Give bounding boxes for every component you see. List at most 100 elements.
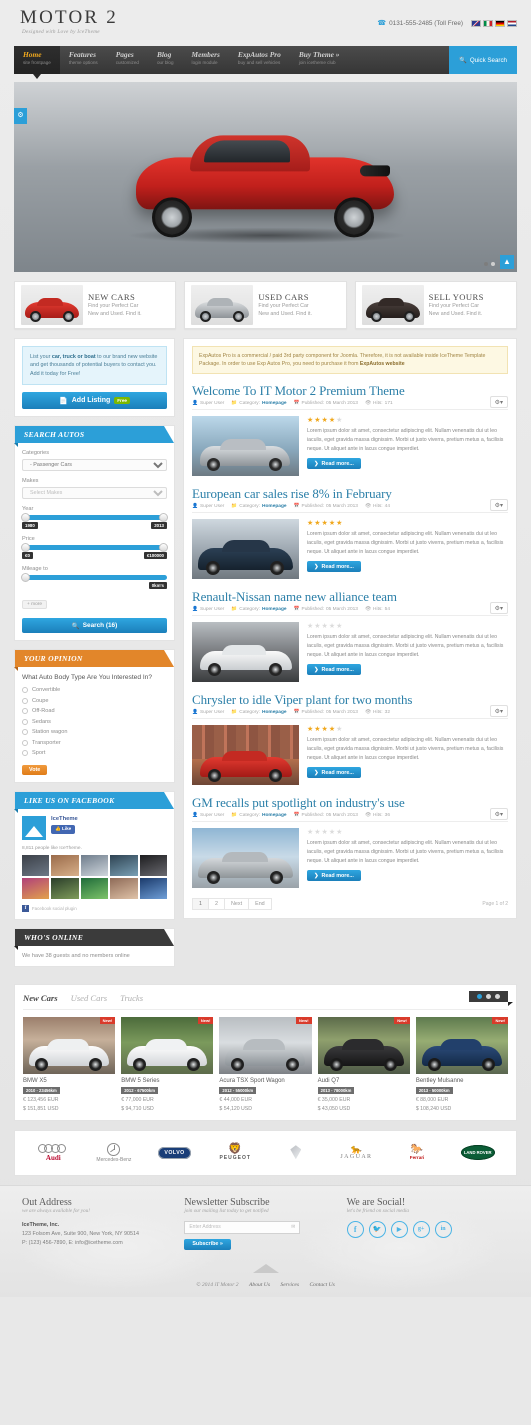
read-more-button[interactable]: ❯ Read more...: [307, 561, 361, 573]
article-options-gear-icon[interactable]: ⚙▾: [489, 602, 508, 615]
brand-ferrari[interactable]: 🐎 Ferrari: [390, 1145, 444, 1161]
more-filters-link[interactable]: + more: [22, 600, 48, 610]
tab-used-cars[interactable]: Used Cars: [71, 993, 108, 1003]
article-rating[interactable]: ★★★★★: [307, 622, 508, 630]
car-card[interactable]: New! Acura TSX Sport Wagon 2012 - 55000k…: [219, 1016, 312, 1112]
car-image[interactable]: New!: [219, 1016, 312, 1074]
promo-sell-yours[interactable]: SELL YOURS Find your Perfect Car New and…: [354, 281, 517, 329]
footer-link-services[interactable]: Services: [280, 1282, 299, 1288]
avatar[interactable]: [22, 877, 50, 899]
carousel-dot[interactable]: [495, 993, 500, 999]
expautos-website-link[interactable]: ExpAutos website: [360, 361, 405, 367]
tab-new-cars[interactable]: New Cars: [23, 993, 58, 1003]
slider-settings-icon[interactable]: ⚙: [14, 108, 27, 124]
radio-icon[interactable]: [22, 697, 28, 704]
tab-trucks[interactable]: Trucks: [120, 993, 143, 1003]
search-button[interactable]: 🔍 Search (16): [22, 618, 167, 634]
vote-button[interactable]: Vote: [22, 764, 48, 775]
read-more-button[interactable]: ❯ Read more...: [307, 664, 361, 676]
nav-item-blog[interactable]: Blog our blog: [148, 46, 183, 74]
car-card[interactable]: New! Bentley Mulsanne 2013 - 50000km € 8…: [415, 1016, 509, 1112]
avatar[interactable]: [110, 854, 138, 876]
read-more-button[interactable]: ❯ Read more...: [307, 767, 361, 779]
slider-dot[interactable]: [491, 262, 495, 266]
car-image[interactable]: New!: [121, 1016, 214, 1074]
poll-option-station-wagon[interactable]: Station wagon: [22, 729, 167, 736]
nav-item-members[interactable]: Members login module: [183, 46, 229, 74]
flag-de-icon[interactable]: [495, 19, 505, 27]
brand-land-rover[interactable]: LAND ROVER: [451, 1144, 505, 1160]
flag-it-icon[interactable]: [483, 19, 493, 27]
year-slider-track[interactable]: [21, 513, 168, 523]
car-card[interactable]: New! BMW X5 2010 - 23456km € 123,456 EUR…: [23, 1016, 116, 1112]
brand-logo[interactable]: MOTOR 2 Designed with Love by IceTheme: [14, 8, 118, 36]
article-rating[interactable]: ★★★★★: [307, 828, 508, 836]
radio-icon[interactable]: [22, 708, 28, 715]
radio-icon[interactable]: [22, 739, 28, 746]
car-image[interactable]: New!: [23, 1016, 116, 1074]
article-title[interactable]: GM recalls put spotlight on industry's u…: [192, 795, 508, 811]
hero-slider[interactable]: ⚙ ▲: [14, 82, 517, 272]
mileage-slider-handle[interactable]: [21, 573, 30, 583]
carousel-dot[interactable]: [477, 993, 482, 999]
categories-select[interactable]: - Passenger Cars: [22, 459, 167, 472]
car-image[interactable]: New!: [415, 1016, 509, 1074]
radio-icon[interactable]: [22, 729, 28, 736]
poll-option-convertible[interactable]: Convertible: [22, 687, 167, 694]
year-slider-max-handle[interactable]: [159, 513, 168, 523]
article-rating[interactable]: ★★★★★: [307, 416, 508, 424]
google-plus-icon[interactable]: g+: [412, 1220, 430, 1238]
price-slider-min-handle[interactable]: [21, 543, 30, 553]
nav-item-buy-theme[interactable]: Buy Theme » join icetheme club: [290, 46, 349, 74]
page-next-button[interactable]: Next: [224, 898, 249, 911]
car-card[interactable]: New! BMW 5 Series 2012 - 67500km € 77,00…: [121, 1016, 214, 1112]
linkedin-icon[interactable]: in: [434, 1220, 452, 1238]
article-image[interactable]: [192, 622, 299, 683]
brand-mercedes-benz[interactable]: Mercedes-Benz: [87, 1142, 141, 1163]
facebook-icon[interactable]: f: [346, 1220, 364, 1238]
brand-audi[interactable]: Audi: [26, 1143, 80, 1162]
nav-item-pages[interactable]: Pages customized: [107, 46, 148, 74]
page-end-button[interactable]: End: [248, 898, 272, 911]
flag-uk-icon[interactable]: [471, 19, 481, 27]
promo-new-cars[interactable]: NEW CARS Find your Perfect Car New and U…: [14, 281, 177, 329]
car-image[interactable]: New!: [317, 1016, 410, 1074]
radio-icon[interactable]: [22, 687, 28, 694]
article-image[interactable]: [192, 828, 299, 889]
poll-option-sport[interactable]: Sport: [22, 750, 167, 757]
radio-icon[interactable]: [22, 718, 28, 725]
article-options-gear-icon[interactable]: ⚙▾: [489, 808, 508, 821]
radio-icon[interactable]: [22, 750, 28, 757]
avatar[interactable]: [22, 854, 50, 876]
avatar[interactable]: [51, 877, 79, 899]
article-title[interactable]: Welcome To IT Motor 2 Premium Theme: [192, 383, 508, 399]
carousel-dot[interactable]: [486, 993, 491, 999]
article-options-gear-icon[interactable]: ⚙▾: [489, 499, 508, 512]
price-slider-max-handle[interactable]: [159, 543, 168, 553]
avatar[interactable]: [139, 877, 167, 899]
avatar[interactable]: [110, 877, 138, 899]
footer-link-contact[interactable]: Contact Us: [309, 1282, 334, 1288]
avatar[interactable]: [139, 854, 167, 876]
mileage-slider-track[interactable]: [21, 573, 167, 583]
page-2-button[interactable]: 2: [208, 898, 224, 911]
read-more-button[interactable]: ❯ Read more...: [307, 870, 361, 882]
brand-volvo[interactable]: VOLVO: [148, 1146, 202, 1159]
article-rating[interactable]: ★★★★★: [307, 519, 508, 527]
flag-nl-icon[interactable]: [507, 19, 517, 27]
poll-option-coupe[interactable]: Coupe: [22, 697, 167, 704]
article-rating[interactable]: ★★★★★: [307, 725, 508, 733]
slider-dots[interactable]: [484, 262, 495, 266]
nav-item-features[interactable]: Features theme options: [60, 46, 107, 74]
cars-carousel-nav[interactable]: [469, 990, 513, 1006]
article-title[interactable]: European car sales rise 8% in February: [192, 486, 508, 502]
avatar[interactable]: [51, 854, 79, 876]
page-1-button[interactable]: 1: [192, 898, 208, 911]
year-slider-min-handle[interactable]: [21, 513, 30, 523]
article-options-gear-icon[interactable]: ⚙▾: [489, 705, 508, 718]
add-listing-button[interactable]: 📄 Add Listing Free: [22, 392, 167, 410]
avatar[interactable]: [80, 854, 109, 876]
subscribe-button[interactable]: Subscribe »: [184, 1238, 231, 1250]
brand-renault[interactable]: [269, 1145, 323, 1160]
price-slider-track[interactable]: [21, 543, 168, 553]
